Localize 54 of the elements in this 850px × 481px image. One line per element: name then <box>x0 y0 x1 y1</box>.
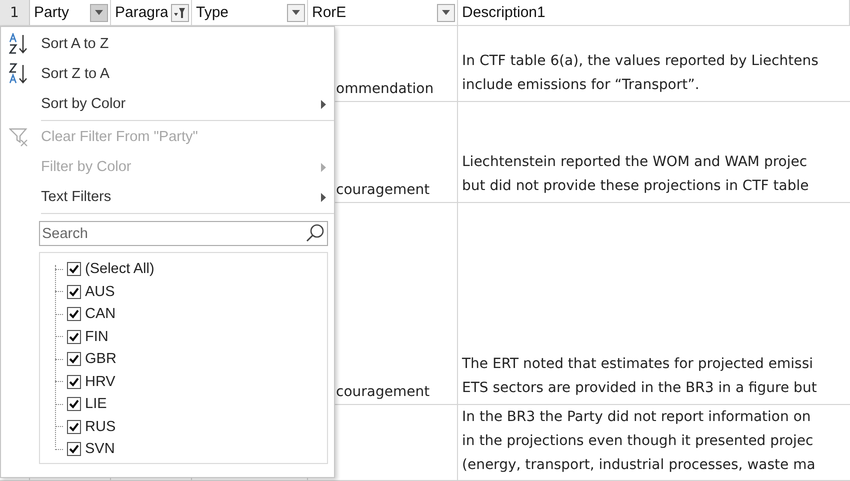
table-cell: couragement <box>336 182 430 198</box>
table-cell-text: in the projections even though it presented projec <box>462 432 814 451</box>
submenu-arrow-icon <box>321 162 326 172</box>
search-icon <box>305 223 325 243</box>
table-cell-text: (energy, transport, industrial processes, waste ma <box>462 456 816 475</box>
checkbox[interactable] <box>67 420 81 434</box>
column-header: Type <box>192 0 308 25</box>
dropdown-arrow-icon <box>292 10 300 15</box>
table-cell-text: ETS sectors are provided in the BR3 in a figure but <box>462 379 818 398</box>
checkbox-label: RUS <box>85 418 116 435</box>
table-cell-text: Liechtenstein reported the WOM and WAM projec <box>462 153 808 172</box>
table-cell-text: In CTF table 6(a), the values reported by Liechtens <box>462 52 820 71</box>
column-header: Party <box>30 0 111 25</box>
filter-button[interactable] <box>171 4 189 22</box>
search-field[interactable]: Search <box>39 221 328 246</box>
table-cell: ommendation <box>336 81 434 97</box>
table-cell-text: but did not provide these projections in CTF table <box>462 177 810 196</box>
menu-item[interactable]: Sort Z to A <box>1 59 334 89</box>
checkbox-label: GBR <box>85 351 116 368</box>
dropdown-arrow-icon <box>95 10 103 15</box>
menu-item[interactable]: Text Filters <box>1 182 334 215</box>
checkbox-label: LIE <box>85 396 107 412</box>
table-cell: couragement <box>336 384 430 400</box>
checkbox[interactable] <box>67 352 81 366</box>
row-number: 1 <box>0 0 30 25</box>
checkbox-label: SVN <box>85 441 115 458</box>
submenu-arrow-icon <box>321 192 326 202</box>
checkbox-label: FIN <box>85 328 108 345</box>
table-cell-text: In the BR3 the Party did not report information on <box>462 408 812 427</box>
table-cell-text: include emissions for “Transport”. <box>462 76 700 95</box>
dropdown-arrow-icon <box>442 10 450 15</box>
filter-button[interactable] <box>437 4 455 22</box>
checkbox[interactable] <box>67 307 81 322</box>
menu-item[interactable]: Sort A to Z <box>1 29 334 59</box>
checkbox[interactable] <box>67 262 81 276</box>
column-header: RorE <box>308 0 458 25</box>
filter-button[interactable] <box>287 4 305 22</box>
checkbox[interactable] <box>67 284 81 299</box>
checkbox[interactable] <box>67 330 81 344</box>
filter-funnel-icon <box>174 6 186 18</box>
checkbox[interactable] <box>67 442 81 456</box>
column-header: Description1 <box>458 0 850 25</box>
checkbox-label: CAN <box>85 306 116 322</box>
column-header: Paragra <box>111 0 192 25</box>
checkbox[interactable] <box>67 374 81 389</box>
submenu-arrow-icon <box>321 100 326 108</box>
checkbox-label: AUS <box>85 284 115 300</box>
clear-filter-icon <box>9 127 29 147</box>
checkbox-label: HRV <box>85 374 116 390</box>
table-cell-text: The ERT noted that estimates for projected emissi <box>462 355 814 374</box>
menu-item[interactable]: Sort by Color <box>1 89 334 122</box>
checkbox[interactable] <box>67 397 81 412</box>
checkbox-label: (Select All) <box>85 261 154 278</box>
filter-button[interactable] <box>90 4 108 22</box>
